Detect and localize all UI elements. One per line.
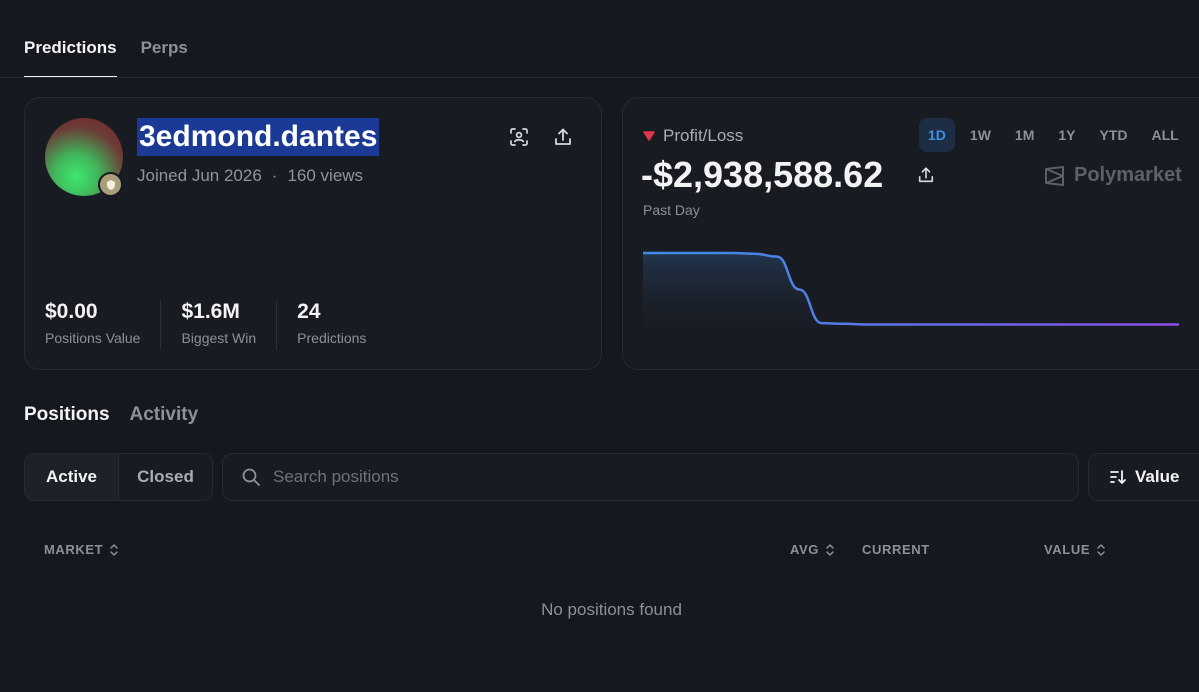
scan-icon: [510, 128, 528, 146]
tab-predictions[interactable]: Predictions: [24, 0, 117, 78]
stat-label: Positions Value: [45, 330, 141, 346]
tab-activity[interactable]: Activity: [130, 404, 199, 426]
status-filter: Active Closed: [24, 453, 213, 501]
stat-label: Predictions: [297, 330, 367, 346]
range-1w[interactable]: 1W: [961, 118, 1000, 152]
range-ytd[interactable]: YTD: [1090, 118, 1136, 152]
stat-label: Biggest Win: [181, 330, 257, 346]
sort-button[interactable]: Value: [1088, 453, 1199, 501]
divider: [0, 77, 1199, 78]
stat-value: $0.00: [45, 300, 98, 323]
profile-card: 3edmond.dantes Joined Jun 2026 · 160 vie…: [24, 97, 602, 370]
column-current: CURRENT: [862, 542, 930, 557]
stat-biggest-win: $1.6M Biggest Win: [181, 300, 278, 350]
positions-tabs: Positions Activity: [24, 404, 198, 426]
column-label: AVG: [790, 542, 820, 557]
chart-area: [643, 253, 1179, 348]
stat-positions-value: $0.00 Positions Value: [45, 300, 162, 350]
brand-name: Polymarket: [1074, 164, 1182, 186]
joined-date: Joined Jun 2026: [137, 166, 262, 185]
scan-button[interactable]: [506, 124, 532, 150]
pnl-chart: [643, 251, 1179, 348]
share-icon: [918, 167, 934, 183]
down-triangle-icon: [643, 131, 655, 141]
view-count: 160 views: [287, 166, 364, 185]
range-1d[interactable]: 1D: [919, 118, 955, 152]
search-input[interactable]: [273, 467, 1033, 487]
sort-toggle-icon: [826, 543, 834, 556]
column-avg[interactable]: AVG: [790, 542, 835, 557]
filter-closed-button[interactable]: Closed: [119, 454, 212, 500]
range-1y[interactable]: 1Y: [1049, 118, 1084, 152]
sort-icon: [1110, 470, 1126, 484]
search-box: [222, 453, 1079, 501]
polymarket-logo-icon: [1045, 165, 1064, 186]
sort-toggle-icon: [110, 543, 118, 556]
brand: Polymarket: [1044, 164, 1182, 187]
stat-value: 24: [297, 300, 321, 323]
share-button[interactable]: [550, 124, 576, 150]
pnl-period: Past Day: [643, 202, 700, 218]
range-1m[interactable]: 1M: [1006, 118, 1043, 152]
pnl-title: Profit/Loss: [643, 126, 743, 146]
pnl-share-button[interactable]: [913, 162, 939, 188]
pnl-title-label: Profit/Loss: [663, 126, 744, 145]
rank-badge-icon: [98, 172, 123, 197]
stat-value: $1.6M: [181, 300, 240, 323]
column-label: MARKET: [44, 542, 104, 557]
username[interactable]: 3edmond.dantes: [137, 118, 380, 156]
stat-predictions: 24 Predictions: [297, 300, 386, 350]
pnl-card: Profit/Loss -$2,938,588.62 Past Day 1D 1…: [622, 97, 1199, 370]
range-all[interactable]: ALL: [1142, 118, 1187, 152]
column-value[interactable]: VALUE: [1044, 542, 1106, 557]
share-icon: [555, 128, 571, 145]
column-label: VALUE: [1044, 542, 1091, 557]
tab-positions[interactable]: Positions: [24, 404, 110, 426]
pnl-value: -$2,938,588.62: [641, 154, 884, 195]
profile-meta: Joined Jun 2026 · 160 views: [137, 166, 363, 186]
range-selector: 1D 1W 1M 1Y YTD ALL: [919, 118, 1188, 152]
top-tabs: Predictions Perps: [24, 0, 188, 78]
search-icon: [242, 468, 260, 486]
meta-separator: ·: [271, 166, 278, 185]
empty-state: No positions found: [541, 600, 682, 619]
column-market[interactable]: MARKET: [44, 542, 119, 557]
sort-label: Value: [1135, 467, 1180, 486]
filter-active-button[interactable]: Active: [25, 454, 119, 500]
profile-stats: $0.00 Positions Value $1.6M Biggest Win …: [45, 300, 406, 350]
tab-perps[interactable]: Perps: [141, 0, 188, 78]
sort-toggle-icon: [1097, 543, 1105, 556]
column-label: CURRENT: [862, 542, 930, 557]
